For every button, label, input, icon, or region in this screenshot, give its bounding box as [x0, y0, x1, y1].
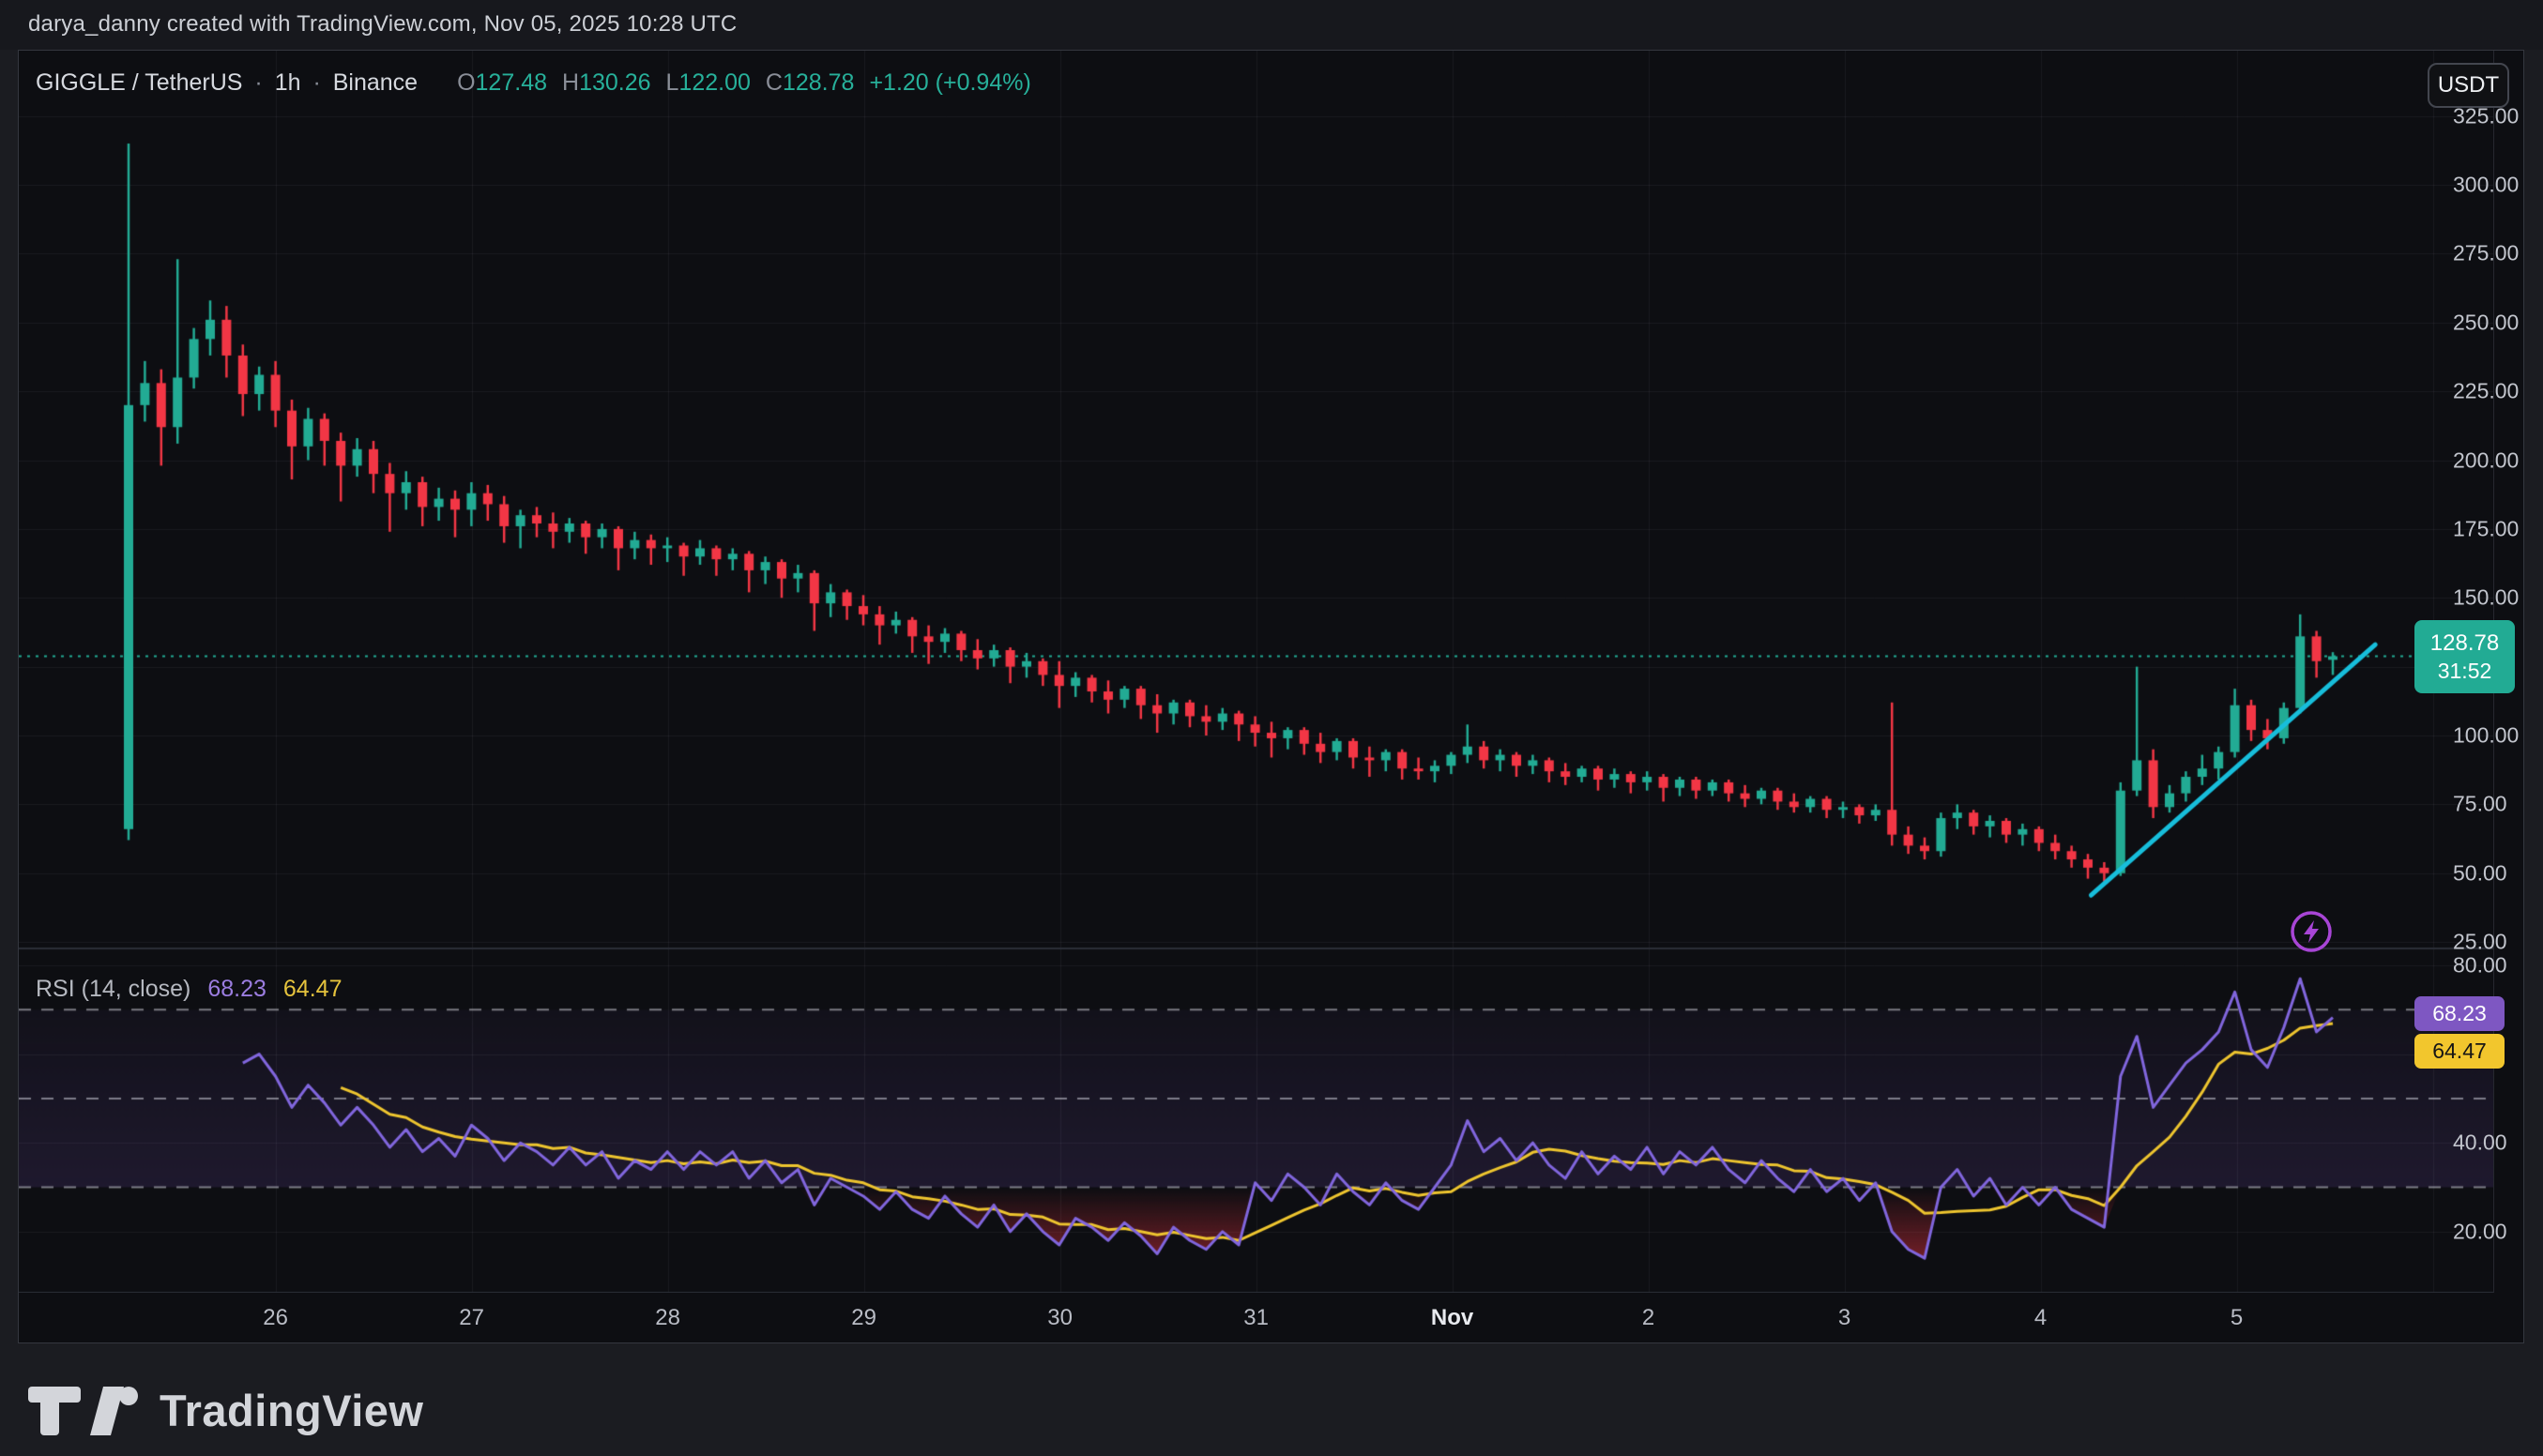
- tradingview-snapshot: { "attribution": "darya_danny created wi…: [0, 0, 2543, 1456]
- chart-widget: GIGGLE / TetherUS · 1h · Binance O127.48 H…: [18, 50, 2524, 1343]
- attribution-text: darya_danny created with TradingView.com…: [28, 11, 737, 38]
- exchange-label[interactable]: Binance: [333, 69, 418, 96]
- chart-canvas[interactable]: [19, 51, 2493, 1293]
- rsi-value: 68.23: [207, 976, 266, 1002]
- time-scale-label: 5: [2231, 1305, 2243, 1331]
- lightning-icon[interactable]: [2289, 909, 2334, 959]
- price-scale-label: 100.00: [2453, 723, 2543, 749]
- time-scale-label: 28: [655, 1305, 680, 1331]
- price-scale-label: 200.00: [2453, 447, 2543, 473]
- price-scale-label: 150.00: [2453, 585, 2543, 611]
- tradingview-logo-mark: [28, 1387, 143, 1435]
- time-scale-label: 31: [1243, 1305, 1269, 1331]
- rsi-value-badge: 68.23: [2414, 996, 2505, 1031]
- high-letter: H: [562, 69, 579, 96]
- change-value: +1.20 (+0.94%): [869, 69, 1030, 96]
- symbol-title[interactable]: GIGGLE / TetherUS: [36, 69, 242, 96]
- high-value: 130.26: [579, 69, 650, 96]
- time-scale-label: 26: [263, 1305, 288, 1331]
- rsi-indicator-header[interactable]: RSI (14, close) 68.23 64.47: [36, 976, 342, 1003]
- time-scale-label: 2: [1642, 1305, 1654, 1331]
- current-price-value: 128.78: [2414, 629, 2515, 658]
- time-scale-label: 4: [2034, 1305, 2047, 1331]
- price-scale-label: 25.00: [2453, 930, 2543, 955]
- currency-toggle-button[interactable]: USDT: [2428, 63, 2509, 108]
- close-letter: C: [766, 69, 783, 96]
- interval-label[interactable]: 1h: [275, 69, 301, 96]
- symbol-info-row: GIGGLE / TetherUS · 1h · Binance O127.48 H…: [36, 69, 1031, 97]
- time-scale-label: 3: [1838, 1305, 1850, 1331]
- price-scale-label: 275.00: [2453, 241, 2543, 266]
- rsi-ma-badge: 64.47: [2414, 1034, 2505, 1069]
- footer: TradingView: [0, 1393, 2543, 1456]
- price-scale-label: 75.00: [2453, 792, 2543, 817]
- price-scale-label: 225.00: [2453, 379, 2543, 404]
- time-scale-label: 30: [1047, 1305, 1073, 1331]
- rsi-scale-label: 20.00: [2453, 1219, 2543, 1244]
- rsi-scale-label: 40.00: [2453, 1130, 2543, 1156]
- attribution-bar: darya_danny created with TradingView.com…: [0, 0, 2543, 50]
- tradingview-logo[interactable]: TradingView: [28, 1385, 424, 1436]
- separator-dot: ·: [242, 69, 274, 96]
- current-price-label: 128.78 31:52: [2414, 620, 2515, 693]
- rsi-scale-label: 80.00: [2453, 953, 2543, 978]
- separator-dot: ·: [301, 69, 333, 96]
- tradingview-logo-text: TradingView: [160, 1385, 424, 1436]
- rsi-title[interactable]: RSI (14, close): [36, 976, 190, 1002]
- time-scale-label: Nov: [1431, 1305, 1473, 1331]
- open-value: 127.48: [476, 69, 547, 96]
- price-scale-label: 300.00: [2453, 173, 2543, 198]
- open-letter: O: [457, 69, 475, 96]
- rsi-ma-value: 64.47: [283, 976, 343, 1002]
- time-scale-label: 29: [851, 1305, 876, 1331]
- time-axis[interactable]: 26 27 28 29 30 31 Nov 2 3 4 5: [19, 1294, 2493, 1342]
- price-scale-label: 50.00: [2453, 860, 2543, 886]
- price-scale-label: 175.00: [2453, 516, 2543, 541]
- price-scale-label: 250.00: [2453, 310, 2543, 335]
- close-value: 128.78: [783, 69, 854, 96]
- low-letter: L: [666, 69, 679, 96]
- low-value: 122.00: [678, 69, 750, 96]
- bar-countdown: 31:52: [2414, 658, 2515, 685]
- time-scale-label: 27: [459, 1305, 484, 1331]
